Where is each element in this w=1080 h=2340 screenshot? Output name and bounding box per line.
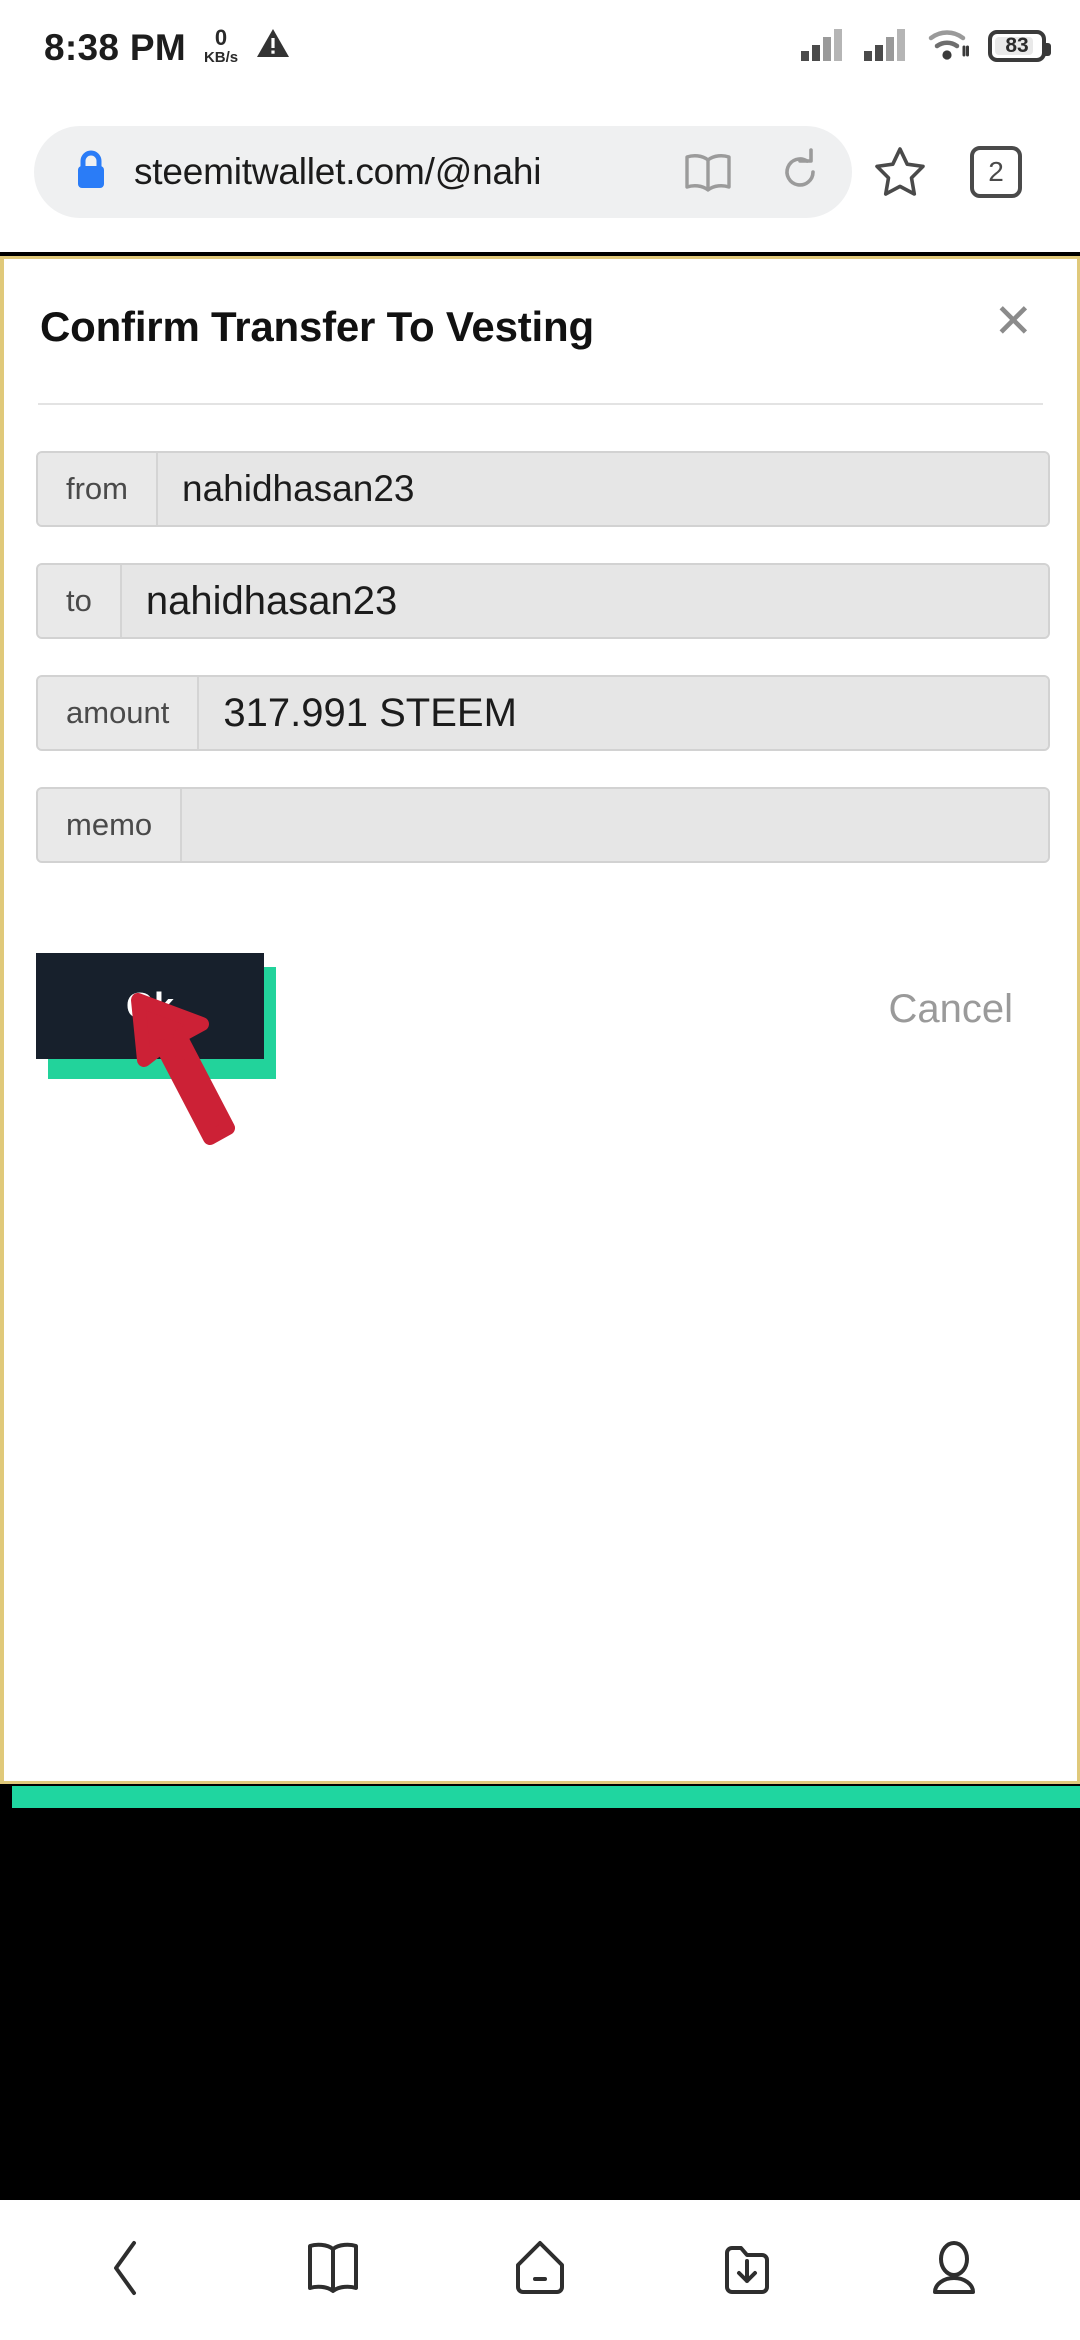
accent-bar — [12, 1786, 1080, 1808]
refresh-icon[interactable] — [754, 126, 846, 218]
field-row-amount: amount 317.991 STEEM — [36, 675, 1050, 751]
status-bar-right: 83 — [801, 27, 1051, 66]
nav-profile-button[interactable] — [894, 2215, 1014, 2325]
close-icon[interactable]: ✕ — [986, 297, 1041, 344]
ok-button[interactable]: Ok — [36, 953, 264, 1059]
field-row-to: to nahidhasan23 — [36, 563, 1050, 639]
nav-home-button[interactable] — [480, 2215, 600, 2325]
transfer-fields: from nahidhasan23 to nahidhasan23 amount… — [4, 405, 1077, 863]
cancel-button[interactable]: Cancel — [888, 987, 1013, 1032]
person-icon — [927, 2239, 981, 2302]
home-icon — [512, 2239, 568, 2302]
signal-bars-sim1-icon — [801, 27, 847, 66]
chevron-left-icon — [104, 2239, 148, 2302]
field-value-memo — [182, 789, 1048, 861]
field-value-to: nahidhasan23 — [121, 565, 1048, 637]
ok-button-wrapper: Ok — [36, 953, 276, 1079]
clock: 8:38 PM — [44, 26, 186, 68]
nav-bookmarks-button[interactable] — [273, 2215, 393, 2325]
lock-icon — [74, 149, 108, 196]
reader-mode-icon[interactable] — [662, 126, 754, 218]
field-row-memo: memo — [36, 787, 1050, 863]
field-label-amount: amount — [38, 677, 200, 749]
warning-triangle-icon — [256, 27, 290, 66]
field-label-memo: memo — [38, 789, 183, 861]
download-folder-icon — [721, 2239, 773, 2302]
url-bar[interactable]: steemitwallet.com/@nahi — [34, 126, 852, 218]
dialog-header: Confirm Transfer To Vesting ✕ — [4, 259, 1077, 351]
dialog-title: Confirm Transfer To Vesting — [40, 303, 594, 350]
battery-indicator: 83 — [988, 30, 1051, 62]
nav-downloads-button[interactable] — [687, 2215, 807, 2325]
browser-toolbar: steemitwallet.com/@nahi 2 — [0, 92, 1080, 252]
field-label-from: from — [38, 453, 158, 525]
status-bar-left: 8:38 PM 0 KB/s — [44, 24, 290, 68]
tab-switcher-button[interactable]: 2 — [948, 126, 1044, 218]
field-row-from: from nahidhasan23 — [36, 451, 1050, 527]
nav-back-button[interactable] — [66, 2215, 186, 2325]
field-label-to: to — [38, 565, 122, 637]
tab-count: 2 — [970, 146, 1022, 198]
network-speed-unit: KB/s — [203, 48, 239, 66]
status-bar: 8:38 PM 0 KB/s 83 — [0, 0, 1080, 92]
wifi-icon — [927, 27, 971, 66]
confirm-transfer-dialog: Confirm Transfer To Vesting ✕ from nahid… — [0, 256, 1080, 1784]
bookmark-star-icon[interactable] — [852, 126, 948, 218]
battery-percent: 83 — [1005, 34, 1029, 57]
dialog-actions: Ok Cancel — [4, 899, 1077, 1079]
url-text: steemitwallet.com/@nahi — [134, 151, 542, 192]
field-value-from: nahidhasan23 — [158, 453, 1048, 525]
book-icon — [304, 2239, 362, 2302]
phone-screen: 8:38 PM 0 KB/s 83 steemitwallet.com/@nah… — [0, 0, 1080, 2340]
bottom-navigation-bar — [0, 2200, 1080, 2340]
network-speed-value: 0 — [214, 24, 228, 50]
signal-bars-sim2-icon — [864, 27, 910, 66]
field-value-amount: 317.991 STEEM — [199, 677, 1048, 749]
network-speed-indicator: 0 KB/s — [203, 24, 239, 66]
